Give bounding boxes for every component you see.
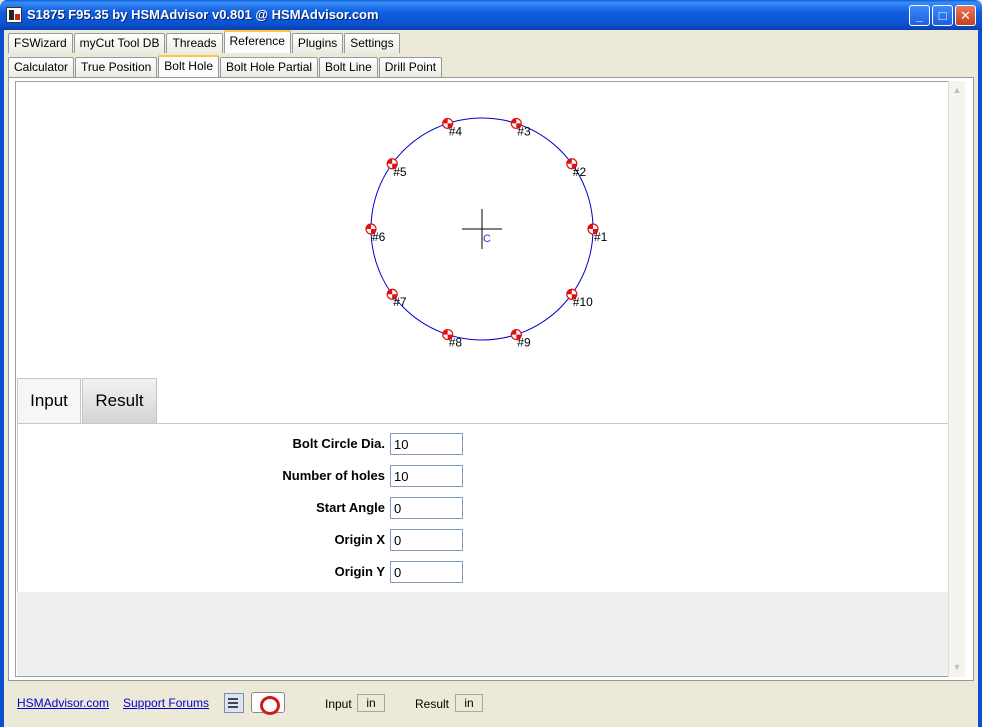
center-label: C	[483, 233, 491, 245]
origin-y-input[interactable]	[390, 561, 463, 583]
tab-plugins[interactable]: Plugins	[291, 33, 344, 53]
form-row-start-angle: Start Angle	[18, 497, 949, 519]
tab-bolt-hole-partial[interactable]: Bolt Hole Partial	[220, 57, 319, 77]
title-bar: S1875 F95.35 by HSMAdvisor v0.801 @ HSMA…	[0, 0, 982, 30]
input-units-label: Input	[325, 697, 352, 711]
tab-settings[interactable]: Settings	[344, 33, 400, 53]
bolt-hole-label-2: #2	[573, 165, 587, 179]
hsmadvisor-link[interactable]: HSMAdvisor.com	[17, 696, 109, 710]
bolt-hole-1: #1	[587, 223, 608, 244]
bolt-hole-10: #10	[566, 288, 593, 309]
form-row-origin-x: Origin X	[18, 529, 949, 551]
bolt-hole-6: #6	[365, 223, 386, 244]
tab-threads[interactable]: Threads	[166, 33, 223, 53]
result-units-value[interactable]: in	[455, 694, 483, 712]
vertical-scrollbar[interactable]: ▲ ▼	[948, 81, 965, 677]
bolt-hole-3: #3	[510, 117, 531, 138]
result-units-label: Result	[415, 697, 450, 711]
notes-icon[interactable]	[224, 693, 244, 713]
origin-x-label: Origin X	[334, 532, 385, 547]
bolt-hole-label-8: #8	[449, 336, 463, 350]
tab-true-position[interactable]: True Position	[75, 57, 158, 77]
bolt-hole-7: #7	[386, 288, 407, 309]
bolt-hole-label-9: #9	[517, 336, 531, 350]
tab-bolt-line[interactable]: Bolt Line	[319, 57, 378, 77]
bolt-circle-drawing: C #1 #2 #3 #4 #5 #6 #7 #8 #9 #10	[365, 117, 608, 350]
bolt-circle-dia-input[interactable]	[390, 433, 463, 455]
tab-result[interactable]: Result	[82, 378, 157, 423]
lifebuoy-help-icon[interactable]	[251, 692, 285, 715]
start-angle-input[interactable]	[390, 497, 463, 519]
minimize-button[interactable]: _	[909, 5, 930, 26]
bolt-hole-9: #9	[510, 328, 531, 350]
tab-bolt-hole[interactable]: Bolt Hole	[158, 55, 219, 77]
reference-sub-tab-bar: Calculator True Position Bolt Hole Bolt …	[8, 55, 443, 77]
origin-y-label: Origin Y	[334, 564, 385, 579]
bolt-hole-label-7: #7	[393, 295, 407, 309]
bolt-hole-label-4: #4	[449, 124, 463, 138]
bolt-hole-2: #2	[566, 158, 587, 179]
maximize-button[interactable]: □	[932, 5, 953, 26]
support-forums-link[interactable]: Support Forums	[123, 696, 209, 710]
tab-reference[interactable]: Reference	[223, 30, 291, 53]
tab-mycut-tool-db[interactable]: myCut Tool DB	[73, 33, 166, 53]
form-row-origin-y: Origin Y	[18, 561, 949, 583]
form-row-number-of-holes: Number of holes	[18, 465, 949, 487]
window-frame-left	[0, 30, 4, 727]
bolt-circle-dia-label: Bolt Circle Dia.	[292, 436, 385, 451]
bolt-hole-4: #4	[442, 117, 463, 138]
bolt-hole-label-3: #3	[517, 124, 531, 138]
main-tab-bar: FSWizard myCut Tool DB Threads Reference…	[8, 30, 401, 53]
form-row-bolt-circle-dia: Bolt Circle Dia.	[18, 433, 949, 455]
input-units-value[interactable]: in	[357, 694, 385, 712]
app-icon[interactable]	[6, 7, 22, 23]
scroll-down-arrow-icon[interactable]: ▼	[949, 659, 965, 675]
bolt-hole-label-5: #5	[393, 165, 407, 179]
tab-drill-point[interactable]: Drill Point	[378, 57, 443, 77]
tab-input[interactable]: Input	[17, 378, 81, 423]
tab-fswizard[interactable]: FSWizard	[8, 33, 73, 53]
scroll-up-arrow-icon[interactable]: ▲	[949, 82, 965, 98]
bolt-hole-8: #8	[442, 328, 463, 350]
bolt-hole-5: #5	[386, 158, 407, 179]
start-angle-label: Start Angle	[316, 500, 385, 515]
number-of-holes-label: Number of holes	[282, 468, 385, 483]
close-button[interactable]: ✕	[955, 5, 976, 26]
window-frame-right	[978, 30, 982, 727]
bolt-hole-label-10: #10	[573, 295, 593, 309]
input-form: Bolt Circle Dia. Number of holes Start A…	[17, 423, 948, 592]
window-title: S1875 F95.35 by HSMAdvisor v0.801 @ HSMA…	[27, 7, 379, 22]
number-of-holes-input[interactable]	[390, 465, 463, 487]
form-empty-area	[17, 592, 948, 676]
bolt-hole-label-6: #6	[372, 230, 386, 244]
tab-calculator[interactable]: Calculator	[8, 57, 75, 77]
bolt-hole-label-1: #1	[594, 230, 608, 244]
origin-x-input[interactable]	[390, 529, 463, 551]
